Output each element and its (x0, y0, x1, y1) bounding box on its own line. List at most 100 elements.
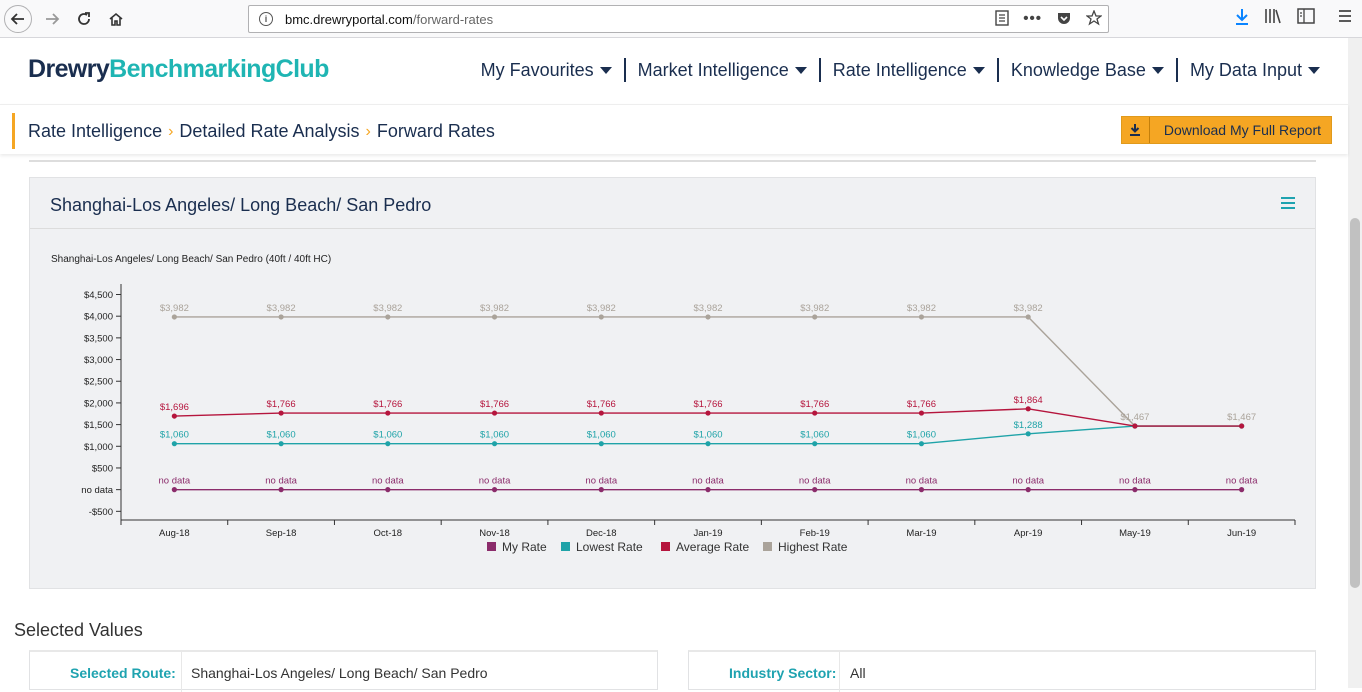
legend-swatch (561, 542, 570, 551)
x-tick-label: Mar-19 (906, 528, 936, 539)
data-label: $3,982 (587, 303, 616, 314)
selected-route-box: Selected Route: Shanghai-Los Angeles/ Lo… (29, 650, 658, 692)
nav-label: Rate Intelligence (832, 59, 967, 80)
data-point-average-rate (598, 410, 604, 416)
data-label: $1,766 (480, 399, 509, 410)
data-point-my-rate (705, 487, 711, 493)
data-point-average-rate (491, 410, 498, 416)
breadcrumb-bar: Rate Intelligence › Detailed Rate Analys… (0, 104, 1348, 154)
data-label: $3,982 (160, 303, 189, 314)
home-button[interactable] (102, 5, 130, 33)
nav-my-favourites[interactable]: My Favourites (469, 60, 624, 81)
data-label: no data (906, 476, 938, 487)
chart-menu-icon[interactable] (1281, 197, 1295, 212)
data-label: $1,467 (1120, 412, 1149, 423)
field-divider (181, 652, 182, 692)
nav-knowledge-base[interactable]: Knowledge Base (999, 60, 1176, 81)
breadcrumb-separator: › (365, 122, 371, 140)
download-report-button[interactable]: Download My Full Report (1120, 116, 1332, 144)
legend-label: Average Rate (676, 540, 749, 554)
page-actions-icon[interactable]: ••• (1023, 10, 1042, 30)
x-tick-label: Apr-19 (1014, 528, 1043, 539)
forward-button[interactable] (38, 5, 66, 33)
reload-icon (78, 12, 90, 25)
legend-swatch (487, 542, 496, 551)
data-label: no data (692, 476, 724, 487)
data-point-my-rate (491, 487, 498, 493)
browser-toolbar: i bmc.drewryportal.com/forward-rates ••• (0, 0, 1362, 38)
x-tick-label: Jan-19 (693, 528, 722, 539)
selected-values-heading: Selected Values (14, 620, 143, 640)
industry-sector-label: Industry Sector: (729, 665, 837, 681)
breadcrumb-rate-intelligence[interactable]: Rate Intelligence (28, 121, 162, 142)
y-tick-label: $1,500 (84, 420, 113, 431)
data-point-highest-rate (812, 314, 818, 320)
data-point-highest-rate (705, 314, 711, 320)
data-point-lowest-rate (812, 441, 818, 447)
data-point-my-rate (385, 487, 391, 493)
data-label: $1,060 (693, 430, 722, 441)
data-label: $1,864 (1014, 395, 1043, 406)
back-button[interactable] (4, 5, 32, 33)
data-label: no data (479, 476, 511, 487)
nav-rate-intelligence[interactable]: Rate Intelligence (821, 60, 997, 81)
scrollbar-thumb[interactable] (1350, 218, 1360, 588)
data-point-my-rate (1239, 487, 1245, 493)
data-label: no data (372, 476, 404, 487)
data-label: no data (1226, 476, 1258, 487)
industry-sector-value: All (850, 665, 866, 681)
x-tick-label: Feb-19 (800, 528, 830, 539)
nav-market-intelligence[interactable]: Market Intelligence (626, 60, 819, 81)
data-label: $1,060 (587, 430, 616, 441)
selected-route-label: Selected Route: (70, 665, 176, 681)
y-tick-label: $3,500 (84, 333, 113, 344)
breadcrumb-accent (12, 113, 15, 149)
pocket-icon[interactable] (1056, 10, 1072, 30)
downloads-icon[interactable] (1234, 8, 1250, 31)
y-tick-label: $500 (92, 463, 113, 474)
chart-panel-header: Shanghai-Los Angeles/ Long Beach/ San Pe… (30, 178, 1315, 229)
data-point-lowest-rate (598, 441, 604, 447)
caret-down-icon (1151, 66, 1164, 74)
data-label: no data (1012, 476, 1044, 487)
reader-view-icon[interactable] (995, 10, 1009, 30)
data-point-average-rate (385, 410, 391, 416)
data-point-highest-rate (385, 314, 391, 320)
breadcrumb: Rate Intelligence › Detailed Rate Analys… (28, 121, 495, 142)
data-label: $1,060 (160, 430, 189, 441)
library-icon[interactable] (1264, 8, 1282, 29)
caret-down-icon (1308, 66, 1320, 74)
selected-route-value: Shanghai-Los Angeles/ Long Beach/ San Pe… (191, 665, 488, 681)
bookmark-star-icon[interactable] (1085, 9, 1103, 30)
data-point-lowest-rate (491, 441, 498, 447)
breadcrumb-separator: › (168, 122, 174, 140)
nav-my-data-input[interactable]: My Data Input (1178, 60, 1332, 81)
sidebar-icon[interactable] (1297, 8, 1315, 29)
back-arrow-icon (10, 13, 24, 25)
data-point-my-rate (171, 487, 177, 493)
data-point-highest-rate (1025, 314, 1031, 320)
hamburger-menu-icon[interactable] (1337, 8, 1353, 29)
site-info-icon[interactable]: i (259, 12, 273, 26)
data-label: no data (1119, 476, 1151, 487)
data-point-average-rate (705, 410, 711, 416)
download-report-label: Download My Full Report (1163, 122, 1321, 138)
home-icon (109, 12, 123, 26)
nav-label: My Favourites (480, 59, 594, 80)
breadcrumb-detailed-rate-analysis[interactable]: Detailed Rate Analysis (179, 121, 359, 142)
site-logo[interactable]: DrewryBenchmarkingClub (28, 55, 329, 84)
data-label: $1,766 (267, 399, 296, 410)
field-divider (839, 652, 840, 692)
data-label: $3,982 (480, 303, 509, 314)
data-label: $1,060 (267, 430, 296, 441)
address-bar[interactable]: i bmc.drewryportal.com/forward-rates ••• (248, 5, 1109, 33)
reload-button[interactable] (70, 5, 98, 33)
nav-label: My Data Input (1189, 59, 1302, 80)
x-tick-label: May-19 (1119, 528, 1151, 539)
nav-label: Knowledge Base (1010, 59, 1146, 80)
page-scrollbar[interactable] (1348, 38, 1362, 688)
data-point-my-rate (278, 487, 284, 493)
main-nav: My Favourites Market Intelligence Rate I… (469, 58, 1332, 82)
legend-swatch (763, 542, 772, 551)
x-tick-label: Dec-18 (586, 528, 617, 539)
